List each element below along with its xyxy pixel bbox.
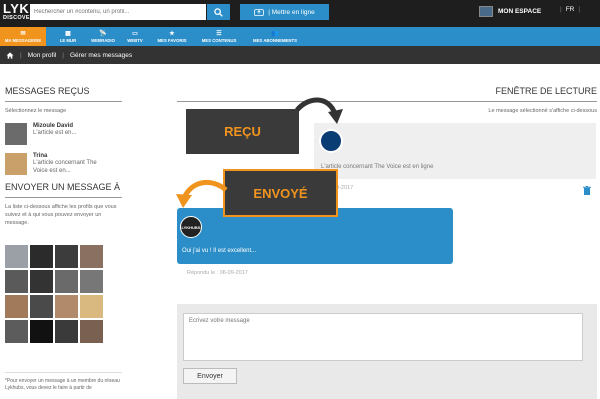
arrow-icon bbox=[176, 180, 228, 208]
list-item[interactable]: Trina L'article concernant The Voice est… bbox=[5, 153, 122, 175]
received-message-bubble bbox=[314, 123, 596, 179]
language-switch[interactable]: | FR | bbox=[560, 6, 580, 13]
my-space-label: MON ESPACE bbox=[498, 8, 542, 15]
divider bbox=[5, 372, 122, 373]
profile-thumbnail[interactable] bbox=[55, 245, 78, 268]
upload-button[interactable]: | Mettre en ligne bbox=[240, 4, 329, 20]
profile-thumbnail[interactable] bbox=[5, 295, 28, 318]
home-icon[interactable] bbox=[6, 51, 14, 59]
tab-label: MES ABONNEMENTS bbox=[252, 37, 297, 43]
list-item[interactable]: Mizoule David L'article est en... bbox=[5, 123, 122, 145]
divider: | bbox=[578, 6, 581, 13]
profile-thumbnail[interactable] bbox=[80, 245, 103, 268]
profile-thumbnail[interactable] bbox=[30, 320, 53, 343]
trash-icon[interactable] bbox=[583, 186, 591, 195]
composer: Envoyer bbox=[177, 304, 597, 399]
divider: | bbox=[560, 6, 562, 13]
profile-thumbnail[interactable] bbox=[5, 245, 28, 268]
message-preview: L'article concernant The Voice est en... bbox=[33, 160, 97, 174]
tab-webtv[interactable]: ▭ WEBTV bbox=[123, 27, 147, 46]
tab-label: MES CONTENUS bbox=[201, 37, 237, 43]
profile-thumbnail[interactable] bbox=[30, 270, 53, 293]
upload-icon bbox=[254, 9, 265, 16]
arrow-icon bbox=[295, 97, 343, 124]
list-icon: ☰ bbox=[216, 30, 222, 37]
received-hint: Sélectionnez le message bbox=[5, 108, 67, 114]
sent-message-text: Oui j'ai vu ! Il est excellent... bbox=[182, 248, 257, 254]
profile-thumbnail[interactable] bbox=[5, 270, 28, 293]
profile-thumbnail[interactable] bbox=[5, 320, 28, 343]
tab-webradio[interactable]: 📡 WEBRADIO bbox=[86, 27, 120, 46]
tab-messaging[interactable]: ✉ MA MESSAGERIE bbox=[0, 27, 46, 46]
my-space-link[interactable]: MON ESPACE bbox=[479, 6, 541, 17]
profile-thumbnail[interactable] bbox=[55, 320, 78, 343]
sent-callout: ENVOYÉ bbox=[223, 169, 338, 217]
avatar bbox=[319, 129, 343, 153]
profile-thumbnail[interactable] bbox=[30, 245, 53, 268]
top-bar: LYKHUBS DISCOVER & SHARE | Mettre en lig… bbox=[0, 0, 600, 27]
tab-favorites[interactable]: ★ MES FAVORIS bbox=[152, 27, 192, 46]
divider: | bbox=[20, 51, 22, 59]
tab-subscriptions[interactable]: 👥 MES ABONNEMENTS bbox=[249, 27, 301, 46]
received-callout: REÇU bbox=[186, 109, 299, 154]
tab-label: WEBTV bbox=[127, 37, 143, 43]
message-preview: L'article est en... bbox=[33, 130, 77, 136]
received-title: MESSAGES REÇUS bbox=[5, 86, 122, 102]
send-hint: La liste ci-dessous affiche les profils … bbox=[5, 204, 117, 226]
followed-profiles-grid bbox=[5, 245, 105, 343]
upload-label: | Mettre en ligne bbox=[268, 8, 315, 16]
tab-label: MA MESSAGERIE bbox=[4, 37, 42, 43]
left-column: MESSAGES REÇUS Sélectionnez le message M… bbox=[5, 86, 122, 227]
search-input[interactable] bbox=[30, 4, 206, 20]
avatar-label: LYKHUBS bbox=[181, 224, 201, 230]
breadcrumb-profile[interactable]: Mon profil bbox=[28, 52, 57, 59]
envelope-icon: ✉ bbox=[20, 30, 26, 37]
tab-label: MES FAVORIS bbox=[157, 37, 187, 43]
grid-icon: ▦ bbox=[65, 30, 71, 37]
language-label: FR bbox=[565, 6, 575, 13]
avatar bbox=[5, 153, 27, 175]
tab-wall[interactable]: ▦ LE MUR bbox=[52, 27, 84, 46]
search-icon bbox=[214, 7, 223, 17]
send-title: ENVOYER UN MESSAGE À bbox=[5, 182, 122, 198]
tab-label: LE MUR bbox=[59, 37, 77, 43]
star-icon: ★ bbox=[169, 30, 175, 37]
avatar: LYKHUBS bbox=[180, 216, 202, 238]
message-input[interactable] bbox=[183, 313, 583, 361]
sent-date: Répondu le : 06-09-2017 bbox=[187, 270, 248, 276]
profile-thumbnail[interactable] bbox=[55, 270, 78, 293]
profile-thumbnail[interactable] bbox=[80, 270, 103, 293]
users-icon: 👥 bbox=[271, 30, 279, 37]
radio-icon: 📡 bbox=[99, 30, 107, 37]
profile-thumbnail[interactable] bbox=[55, 295, 78, 318]
send-button[interactable]: Envoyer bbox=[183, 368, 237, 384]
profile-thumbnail[interactable] bbox=[80, 320, 103, 343]
profile-thumbnail[interactable] bbox=[30, 295, 53, 318]
avatar bbox=[479, 6, 493, 17]
breadcrumb: | Mon profil | Gérer mes messages bbox=[0, 46, 600, 64]
search-button[interactable] bbox=[207, 4, 230, 20]
tab-label: WEBRADIO bbox=[91, 37, 115, 43]
footnote: *Pour envoyer un message à un membre du … bbox=[5, 378, 120, 391]
breadcrumb-messages[interactable]: Gérer mes messages bbox=[70, 52, 132, 59]
tv-icon: ▭ bbox=[132, 30, 138, 37]
avatar bbox=[5, 123, 27, 145]
main-nav: ✉ MA MESSAGERIE ▦ LE MUR 📡 WEBRADIO ▭ WE… bbox=[0, 27, 600, 46]
profile-thumbnail[interactable] bbox=[80, 295, 103, 318]
tab-my-contents[interactable]: ☰ MES CONTENUS bbox=[197, 27, 241, 46]
reading-title: FENÊTRE DE LECTURE bbox=[177, 86, 597, 102]
divider: | bbox=[62, 51, 64, 59]
